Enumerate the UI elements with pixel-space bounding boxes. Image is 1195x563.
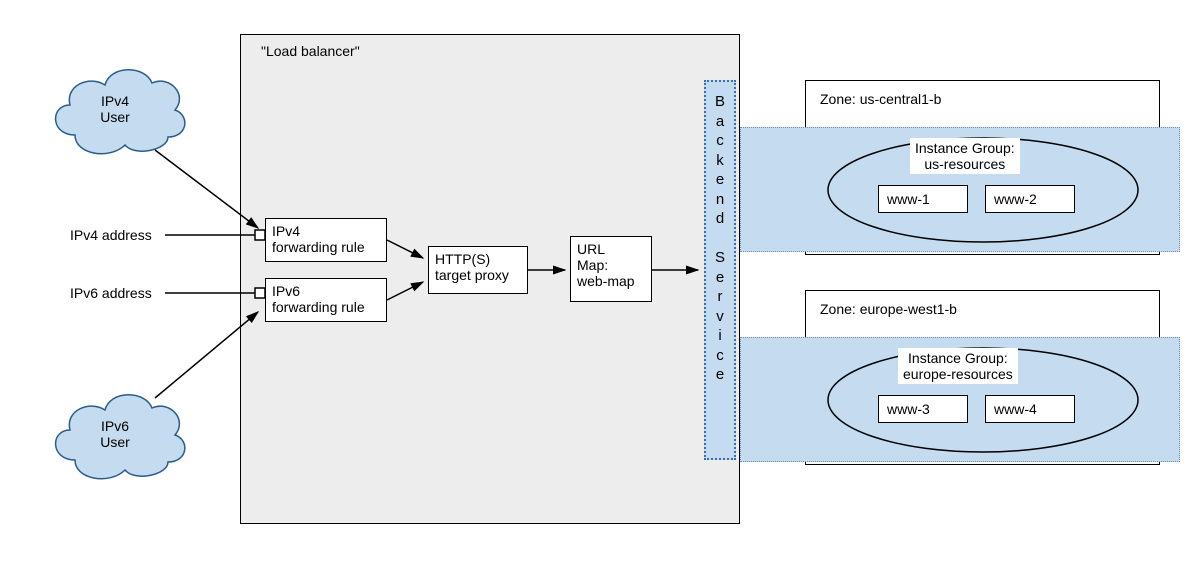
instance-group-1-label: Instance Group: us-resources bbox=[910, 138, 1020, 174]
https-target-proxy: HTTP(S) target proxy bbox=[428, 246, 528, 294]
instance-www-3: www-3 bbox=[878, 395, 968, 423]
instance-group-2-label: Instance Group: europe-resources bbox=[898, 348, 1018, 384]
ipv6-user-cloud: IPv6 User bbox=[40, 380, 190, 490]
ipv4-address-label: IPv4 address bbox=[70, 227, 152, 243]
backend-service: Backend Service bbox=[704, 80, 736, 460]
ipv4-user-label: IPv4 User bbox=[40, 93, 190, 125]
ipv6-address-label: IPv6 address bbox=[70, 285, 152, 301]
ipv6-user-label: IPv6 User bbox=[40, 418, 190, 450]
zone-1-label: Zone: us-central1-b bbox=[820, 91, 941, 107]
ipv6-forwarding-rule: IPv6 forwarding rule bbox=[265, 278, 387, 322]
backend-service-label: Backend Service bbox=[706, 92, 734, 385]
ipv4-forwarding-rule: IPv4 forwarding rule bbox=[265, 218, 387, 262]
load-balancer-title: "Load balancer" bbox=[261, 43, 360, 59]
instance-www-4: www-4 bbox=[985, 395, 1075, 423]
ipv4-user-cloud: IPv4 User bbox=[40, 55, 190, 165]
instance-www-1: www-1 bbox=[878, 185, 968, 213]
instance-www-2: www-2 bbox=[985, 185, 1075, 213]
url-map: URL Map: web-map bbox=[570, 236, 652, 302]
zone-2-label: Zone: europe-west1-b bbox=[820, 301, 957, 317]
